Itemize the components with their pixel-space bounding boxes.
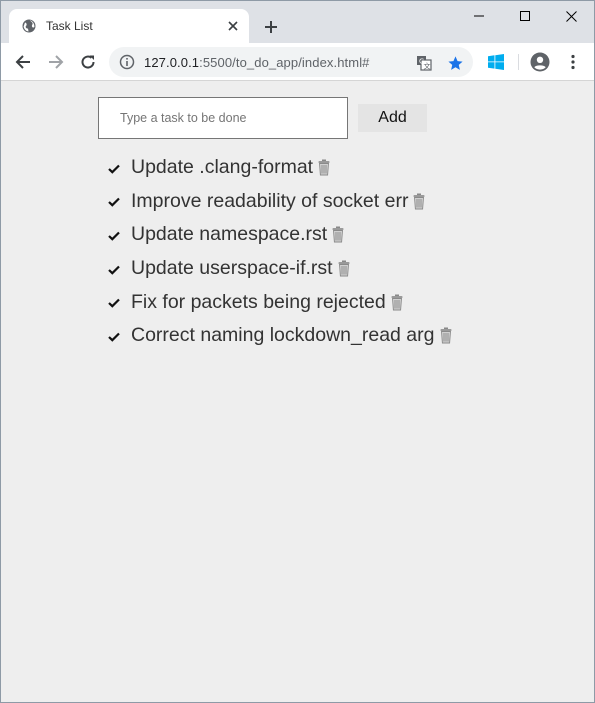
windows-extension-icon[interactable] — [485, 51, 507, 73]
back-button[interactable] — [10, 49, 36, 75]
profile-avatar-icon[interactable] — [529, 51, 551, 73]
url-text: 127.0.0.1:5500/to_do_app/index.html# — [144, 55, 370, 70]
trash-icon[interactable] — [391, 294, 403, 311]
close-window-button[interactable] — [548, 1, 594, 31]
forward-button[interactable] — [43, 49, 69, 75]
tab-title: Task List — [46, 19, 93, 33]
task-input[interactable] — [98, 97, 348, 139]
task-text: Improve readability of socket err — [131, 189, 409, 212]
add-task-button[interactable]: Add — [358, 104, 427, 132]
reload-button[interactable] — [75, 49, 101, 75]
svg-text:文: 文 — [424, 62, 431, 71]
task-text: Update namespace.rst — [131, 223, 328, 246]
address-bar[interactable]: 127.0.0.1:5500/to_do_app/index.html# G文 — [109, 47, 473, 77]
task-text: Correct naming lockdown_read arg — [131, 324, 435, 347]
more-menu-icon[interactable] — [562, 51, 584, 73]
task-item: Update .clang-format — [108, 151, 452, 185]
check-icon[interactable] — [108, 297, 120, 309]
task-item: Update namespace.rst — [108, 218, 452, 252]
globe-icon — [21, 18, 37, 34]
task-text: Update userspace-if.rst — [131, 257, 333, 280]
task-item: Update userspace-if.rst — [108, 252, 452, 286]
minimize-button[interactable] — [456, 1, 502, 31]
bookmark-star-icon[interactable] — [446, 54, 464, 72]
task-list: Update .clang-format Improve readability … — [108, 151, 452, 353]
task-item: Correct naming lockdown_read arg — [108, 319, 452, 353]
maximize-button[interactable] — [502, 1, 548, 31]
task-text: Fix for packets being rejected — [131, 290, 386, 313]
check-icon[interactable] — [108, 264, 120, 276]
trash-icon[interactable] — [338, 260, 350, 277]
tab-strip: Task List — [1, 1, 594, 43]
translate-icon[interactable]: G文 — [415, 54, 433, 72]
browser-toolbar: 127.0.0.1:5500/to_do_app/index.html# G文 — [1, 43, 594, 81]
info-icon[interactable] — [119, 54, 135, 70]
url-host: 127.0.0.1 — [144, 55, 200, 70]
url-path: :5500/to_do_app/index.html# — [199, 55, 370, 70]
trash-icon[interactable] — [332, 226, 344, 243]
task-item: Improve readability of socket err — [108, 185, 452, 219]
check-icon[interactable] — [108, 163, 120, 175]
browser-tab[interactable]: Task List — [9, 9, 249, 43]
trash-icon[interactable] — [413, 193, 425, 210]
page-content: Add Update .clang-format Improve readabil… — [1, 81, 594, 702]
new-tab-button[interactable] — [259, 15, 283, 39]
task-item: Fix for packets being rejected — [108, 285, 452, 319]
close-tab-icon[interactable] — [223, 16, 243, 36]
task-text: Update .clang-format — [131, 156, 314, 179]
toolbar-separator — [518, 54, 519, 70]
check-icon[interactable] — [108, 230, 120, 242]
trash-icon[interactable] — [440, 327, 452, 344]
check-icon[interactable] — [108, 196, 120, 208]
check-icon[interactable] — [108, 331, 120, 343]
browser-window: Task List 127.0.0.1:5500/to_do_app/index… — [0, 0, 595, 703]
trash-icon[interactable] — [318, 159, 330, 176]
